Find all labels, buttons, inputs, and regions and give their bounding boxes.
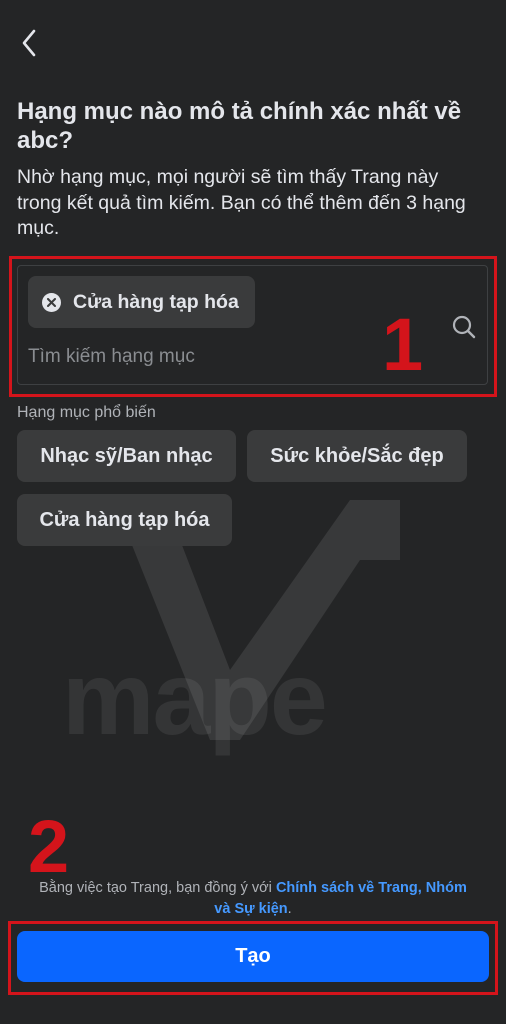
category-pill-health-beauty[interactable]: Sức khỏe/Sắc đẹp <box>247 430 467 482</box>
watermark-text: mape <box>62 641 328 757</box>
close-circle-icon[interactable] <box>42 292 61 312</box>
annotation-number-2: 2 <box>28 805 70 888</box>
page-description: Nhờ hạng mục, mọi người sẽ tìm thấy Tran… <box>17 166 466 239</box>
category-pill-grocery[interactable]: Cửa hàng tạp hóa <box>17 494 232 546</box>
selected-category-chip[interactable]: Cửa hàng tạp hóa <box>28 276 255 328</box>
search-icon[interactable] <box>451 314 477 340</box>
create-button[interactable]: Tạo <box>17 931 489 982</box>
terms-suffix: . <box>287 901 292 917</box>
chip-label: Cửa hàng tạp hóa <box>73 290 239 313</box>
category-pill-musician[interactable]: Nhạc sỹ/Ban nhạc <box>17 430 236 482</box>
page-title: Hạng mục nào mô tả chính xác nhất về abc… <box>17 98 462 154</box>
terms-text: Bằng việc tạo Trang, bạn đồng ý với Chín… <box>30 878 476 920</box>
terms-prefix: Bằng việc tạo Trang, bạn đồng ý với <box>39 880 276 896</box>
category-search-input[interactable] <box>28 342 428 372</box>
annotation-number-1: 1 <box>382 303 424 386</box>
chevron-left-icon <box>22 29 36 57</box>
popular-categories-label: Hạng mục phổ biến <box>17 404 156 421</box>
back-button[interactable] <box>14 26 44 60</box>
